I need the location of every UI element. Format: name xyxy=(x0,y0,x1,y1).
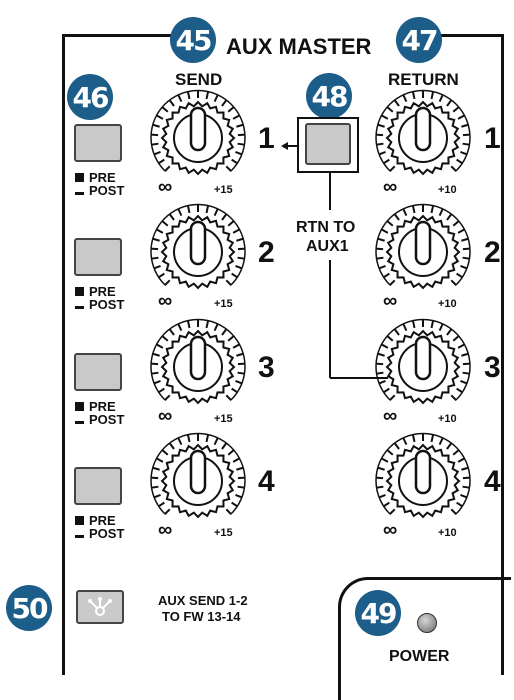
return-1-min-label: ∞ xyxy=(383,180,397,194)
send-1-pre-post-button[interactable] xyxy=(74,124,122,162)
return-2-number: 2 xyxy=(484,238,501,268)
return-4-max-label: +10 xyxy=(438,527,457,539)
send-3-number: 3 xyxy=(258,353,275,383)
post-label: POST xyxy=(89,413,124,426)
post-label: POST xyxy=(89,298,124,311)
firewire-icon xyxy=(87,596,113,618)
send-3-max-label: +15 xyxy=(214,413,233,425)
return-1-max-label: +10 xyxy=(438,184,457,196)
aux-master-panel: AUX MASTER SEND RETURN 45 46 47 48 49 50… xyxy=(0,0,514,675)
return-4-min-label: ∞ xyxy=(383,523,397,537)
return-3-max-label: +10 xyxy=(438,413,457,425)
return-2-max-label: +10 xyxy=(438,298,457,310)
return-3-min-label: ∞ xyxy=(383,409,397,423)
send-2-max-label: +15 xyxy=(214,298,233,310)
send-4-pre-post-legend: PREPOST xyxy=(72,514,124,540)
send-2-number: 2 xyxy=(258,238,275,268)
send-2-min-label: ∞ xyxy=(158,294,172,308)
rtn-to-label: RTN TO xyxy=(296,219,355,237)
send-1-max-label: +15 xyxy=(214,184,233,196)
power-led xyxy=(417,613,437,633)
return-1-number: 1 xyxy=(484,124,501,154)
send-4-min-label: ∞ xyxy=(158,523,172,537)
post-label: POST xyxy=(89,184,124,197)
send-3-pre-post-button[interactable] xyxy=(74,353,122,391)
power-label: POWER xyxy=(389,648,449,666)
return-3-number: 3 xyxy=(484,353,501,383)
send-4-max-label: +15 xyxy=(214,527,233,539)
send-1-pre-post-legend: PREPOST xyxy=(72,171,124,197)
aux1-label: AUX1 xyxy=(306,238,349,256)
fw-send-label-line2: TO FW 13-14 xyxy=(162,609,241,624)
send-3-min-label: ∞ xyxy=(158,409,172,423)
send-3-pre-post-legend: PREPOST xyxy=(72,400,124,426)
return-4-number: 4 xyxy=(484,467,501,497)
send-4-pre-post-button[interactable] xyxy=(74,467,122,505)
send-2-pre-post-button[interactable] xyxy=(74,238,122,276)
send-4-number: 4 xyxy=(258,467,275,497)
fw-send-label-line1: AUX SEND 1-2 xyxy=(158,593,248,608)
return-2-min-label: ∞ xyxy=(383,294,397,308)
send-2-pre-post-legend: PREPOST xyxy=(72,285,124,311)
aux-send-fw-button[interactable] xyxy=(76,590,124,624)
send-1-number: 1 xyxy=(258,124,275,154)
post-label: POST xyxy=(89,527,124,540)
send-1-min-label: ∞ xyxy=(158,180,172,194)
